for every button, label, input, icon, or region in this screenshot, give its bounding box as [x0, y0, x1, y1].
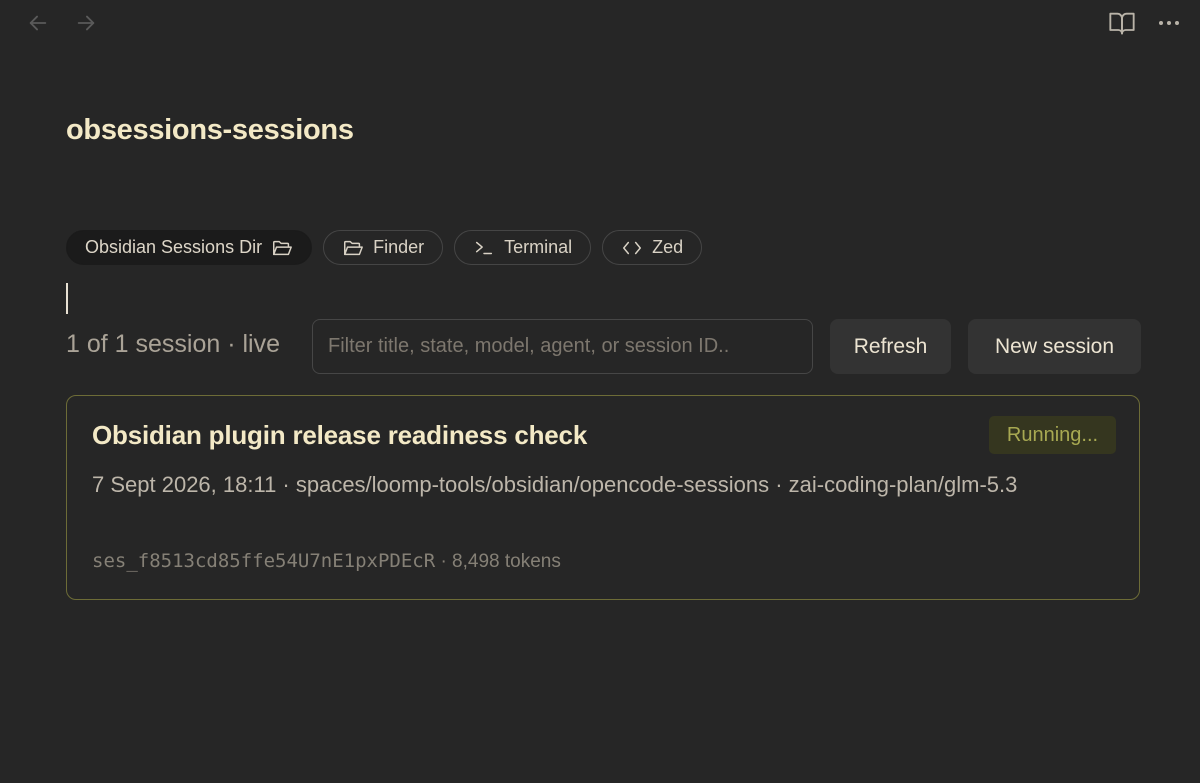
- arrow-left-icon: [29, 15, 47, 31]
- session-meta: 7 Sept 2026, 18:11 · spaces/loomp-tools/…: [92, 472, 1018, 497]
- status-badge: Running...: [989, 416, 1116, 454]
- more-options-button[interactable]: [1154, 8, 1184, 38]
- more-horizontal-icon: [1159, 21, 1179, 25]
- code-icon: [623, 241, 642, 254]
- chip-label: Obsidian Sessions Dir: [85, 237, 263, 257]
- text-caret: [66, 283, 68, 314]
- forward-button[interactable]: [71, 8, 101, 38]
- chip-label: Finder: [373, 237, 425, 257]
- folder-open-icon: [273, 240, 292, 255]
- session-title: Obsidian plugin release readiness check: [92, 420, 588, 450]
- arrow-right-icon: [77, 15, 95, 31]
- zed-chip[interactable]: Zed: [602, 230, 703, 265]
- session-tokens: · 8,498 tokens: [435, 551, 561, 572]
- book-open-icon: [1109, 12, 1135, 35]
- chip-label: Terminal: [504, 237, 573, 257]
- quick-links-row: Obsidian Sessions Dir Finder Terminal Ze…: [66, 230, 703, 265]
- session-id: ses_f8513cd85ffe54U7nE1pxPDEcR: [92, 550, 436, 572]
- terminal-chip[interactable]: Terminal: [454, 230, 592, 265]
- folder-open-icon: [344, 240, 363, 255]
- session-count: 1 of 1 session · live: [66, 330, 280, 358]
- obsidian-sessions-dir-chip[interactable]: Obsidian Sessions Dir: [66, 230, 313, 265]
- new-session-button[interactable]: New session: [968, 319, 1141, 374]
- back-button[interactable]: [23, 8, 53, 38]
- session-id-line: ses_f8513cd85ffe54U7nE1pxPDEcR · 8,498 t…: [92, 550, 561, 573]
- note-title[interactable]: obsessions-sessions: [66, 114, 354, 147]
- session-card[interactable]: Obsidian plugin release readiness check …: [66, 395, 1140, 600]
- reading-view-button[interactable]: [1107, 8, 1137, 38]
- terminal-icon: [476, 241, 493, 254]
- note-view: obsessions-sessions Obsidian Sessions Di…: [0, 0, 1200, 783]
- session-filter-input[interactable]: [312, 319, 813, 374]
- chip-label: Zed: [652, 237, 684, 257]
- finder-chip[interactable]: Finder: [323, 230, 444, 265]
- refresh-button[interactable]: Refresh: [830, 319, 951, 374]
